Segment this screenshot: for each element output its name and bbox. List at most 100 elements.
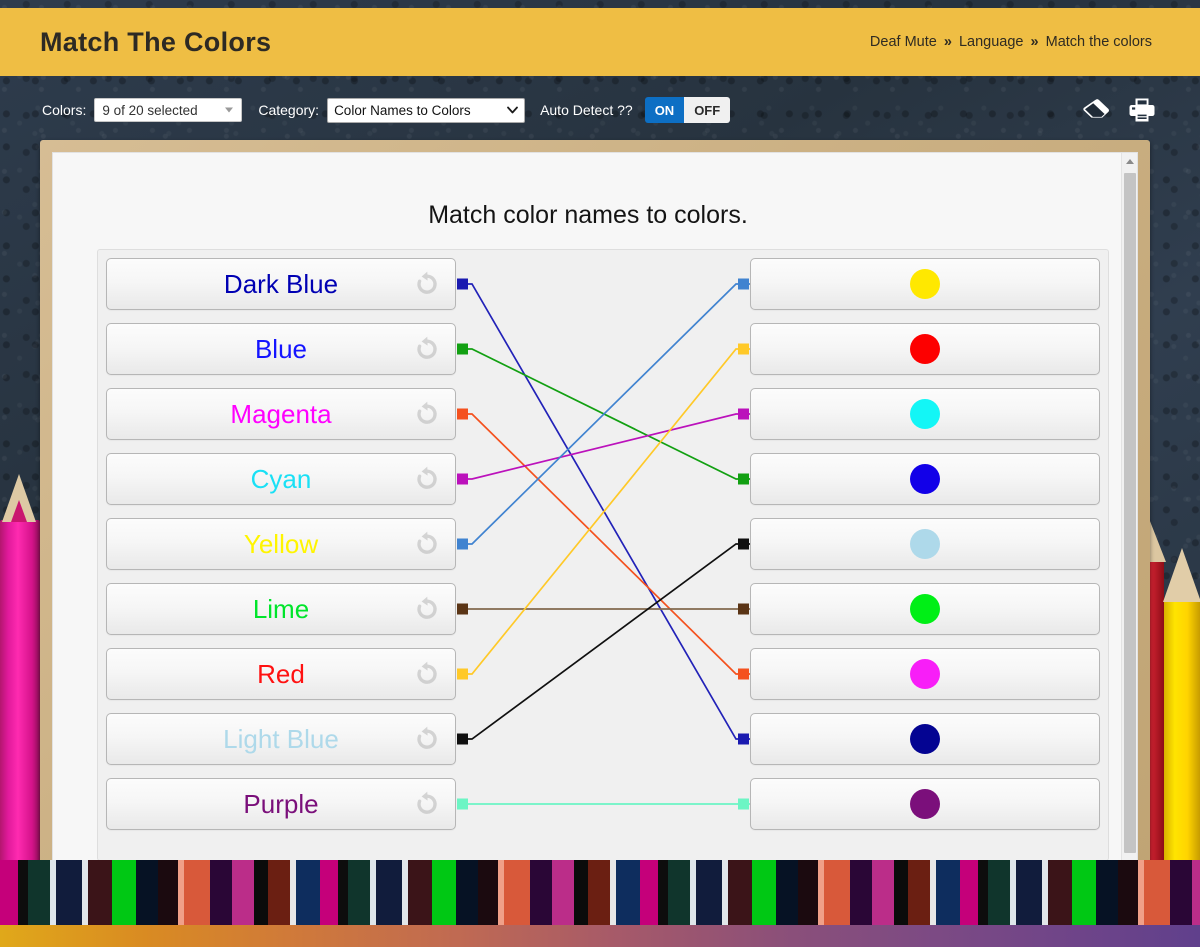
connector-nub-left[interactable] [457,798,468,810]
page-header: Match The Colors Deaf Mute » Language » … [0,8,1200,76]
app-page: Match The Colors Deaf Mute » Language » … [0,0,1200,947]
breadcrumb-separator-icon: » [1030,34,1039,50]
color-swatch-item[interactable] [738,583,1100,635]
connector-nub-right[interactable] [738,278,749,290]
color-name-label: Dark Blue [223,269,339,299]
color-name-item[interactable]: Light Blue [106,713,468,765]
connector-nub-left[interactable] [457,733,468,745]
breadcrumb-item-current: Match the colors [1045,34,1152,50]
color-name-label: Lime [252,594,310,624]
yellow-swatch [910,269,940,299]
light-blue-swatch [910,529,940,559]
auto-detect-toggle[interactable]: ON OFF [644,97,731,123]
auto-detect-label: Auto Detect ?? [540,102,633,118]
undo-icon[interactable] [413,790,441,818]
color-swatch-item[interactable] [738,648,1100,700]
toolbar-actions [1082,97,1156,123]
color-name-label: Red [257,659,305,689]
vertical-scrollbar[interactable] [1121,153,1137,879]
connector-nub-right[interactable] [738,733,749,745]
color-swatch-item[interactable] [738,453,1100,505]
color-swatch-item[interactable] [738,388,1100,440]
undo-icon[interactable] [413,660,441,688]
chevron-down-icon [225,107,234,113]
page-title: Match The Colors [40,26,272,57]
scrollbar-thumb[interactable] [1124,173,1136,853]
undo-icon[interactable] [413,465,441,493]
colors-label: Colors: [42,102,87,118]
game-frame: Match color names to colors. Dark Blue Bl… [40,140,1150,892]
breadcrumb: Deaf Mute » Language » Match the colors [870,34,1152,50]
printer-icon[interactable] [1128,97,1156,123]
color-name-item[interactable]: Red [106,648,468,700]
connector-nub-left[interactable] [457,603,468,615]
connector-nub-right[interactable] [738,603,749,615]
game-instruction: Match color names to colors. [428,201,748,229]
dark-blue-swatch [910,724,940,754]
color-name-item[interactable]: Blue [106,323,468,375]
undo-icon[interactable] [413,595,441,623]
undo-icon[interactable] [413,400,441,428]
chevron-down-icon [507,106,518,114]
color-names-column: Dark Blue Blue Magenta Cyan Yellow Lime Red Lig… [106,258,468,830]
pink-pencil-decoration [0,474,40,880]
category-select[interactable]: Color Names to Colors [327,97,526,123]
toolbar: Colors: 9 of 20 selected Category: Color… [0,88,1200,132]
color-swatch-item[interactable] [738,713,1100,765]
category-label: Category: [258,102,320,118]
color-name-label: Cyan [250,464,312,494]
color-swatch-item[interactable] [738,258,1100,310]
connector-nub-left[interactable] [457,538,468,550]
color-name-item[interactable]: Lime [106,583,468,635]
color-swatch-item[interactable] [738,323,1100,375]
connector-nub-left[interactable] [457,408,468,420]
connector-nub-right[interactable] [738,538,749,550]
lime-swatch [910,594,940,624]
color-swatches-column [738,258,1100,830]
auto-detect-off-button[interactable]: OFF [684,97,731,123]
color-name-item[interactable]: Dark Blue [106,258,468,310]
eraser-icon[interactable] [1082,98,1110,122]
color-name-item[interactable]: Purple [106,778,468,830]
color-name-label: Purple [243,789,319,819]
connector-nub-right[interactable] [738,668,749,680]
color-name-item[interactable]: Magenta [106,388,468,440]
colors-multiselect[interactable]: 9 of 20 selected [94,98,243,122]
undo-icon[interactable] [413,530,441,558]
purple-swatch [910,789,940,819]
color-name-item[interactable]: Yellow [106,518,468,570]
connector-nub-right[interactable] [738,408,749,420]
colored-pencils-image [0,860,1200,925]
breadcrumb-separator-icon: » [943,34,952,50]
scroll-up-icon[interactable] [1122,153,1137,170]
color-swatch-item[interactable] [738,518,1100,570]
match-board: Dark Blue Blue Magenta Cyan Yellow Lime Red Lig… [97,249,1109,861]
magenta-swatch [910,659,940,689]
connector-nub-right[interactable] [738,798,749,810]
breadcrumb-item-language[interactable]: Language [959,34,1024,50]
connector-nub-right[interactable] [738,473,749,485]
connector-nub-left[interactable] [457,668,468,680]
connector-nub-left[interactable] [457,343,468,355]
color-name-label: Blue [254,334,308,364]
color-name-label: Light Blue [223,724,339,754]
colors-selected-value: 9 of 20 selected [102,102,198,118]
connector-nub-right[interactable] [738,343,749,355]
footer-gradient-bar [0,925,1200,947]
category-selected-value: Color Names to Colors [334,102,471,118]
undo-icon[interactable] [413,725,441,753]
breadcrumb-item-deaf-mute[interactable]: Deaf Mute [870,34,937,50]
yellow-pencil-decoration [1163,548,1200,900]
undo-icon[interactable] [413,270,441,298]
color-name-item[interactable]: Cyan [106,453,468,505]
connector-nub-left[interactable] [457,278,468,290]
color-name-label: Yellow [243,529,319,559]
color-swatch-item[interactable] [738,778,1100,830]
blue-swatch [910,464,940,494]
cyan-swatch [910,399,940,429]
connector-nub-left[interactable] [457,473,468,485]
undo-icon[interactable] [413,335,441,363]
game-viewport: Match color names to colors. Dark Blue Bl… [52,152,1138,880]
auto-detect-on-button[interactable]: ON [644,97,685,123]
red-swatch [910,334,940,364]
